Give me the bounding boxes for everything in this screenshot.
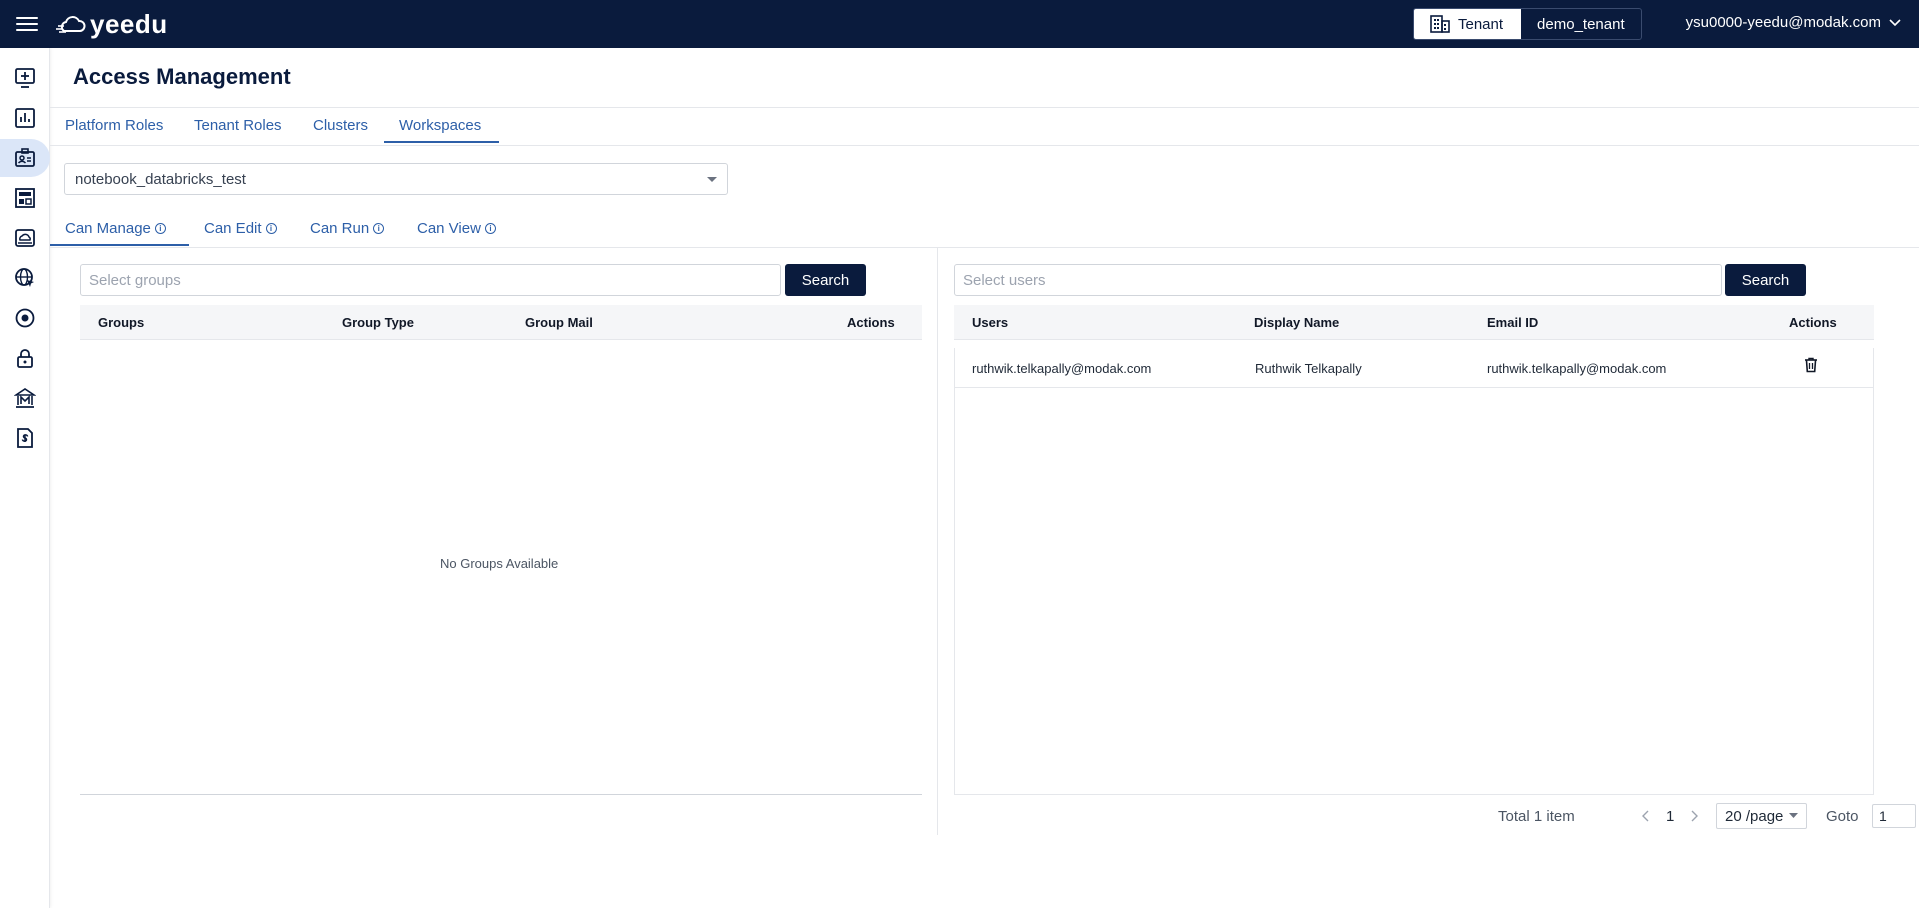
user-menu[interactable]: ysu0000-yeedu@modak.com xyxy=(1686,14,1901,31)
divider xyxy=(50,107,1919,108)
delete-icon[interactable] xyxy=(1804,357,1818,373)
hamburger-menu-icon[interactable] xyxy=(16,14,38,34)
column-header-group-type[interactable]: Group Type xyxy=(342,315,414,330)
page-size-value: 20 /page xyxy=(1725,807,1784,825)
active-permission-indicator xyxy=(50,244,189,246)
sidebar-item-add-monitor[interactable] xyxy=(0,59,50,97)
goto-page-input[interactable] xyxy=(1872,804,1916,828)
page-title: Access Management xyxy=(73,64,291,89)
info-icon: i xyxy=(484,223,496,234)
logo[interactable]: yeedu xyxy=(56,9,168,40)
column-header-display-name[interactable]: Display Name xyxy=(1254,315,1339,330)
goto-wrapper xyxy=(1872,803,1916,829)
tenant-value[interactable]: demo_tenant xyxy=(1521,9,1641,39)
groups-search-input[interactable]: Select groups xyxy=(80,264,781,296)
layout-icon xyxy=(15,188,35,208)
panel-divider xyxy=(937,248,938,835)
tenant-label: Tenant xyxy=(1414,9,1522,39)
workspace-select[interactable]: notebook_databricks_test xyxy=(64,163,728,195)
cloud-logo-icon xyxy=(56,15,86,33)
table-row: ruthwik.telkapally@modak.com Ruthwik Tel… xyxy=(954,348,1874,388)
chevron-down-icon xyxy=(1889,18,1901,26)
tab-clusters[interactable]: Clusters xyxy=(313,117,368,134)
bar-chart-icon xyxy=(15,108,35,128)
target-icon xyxy=(15,308,35,328)
column-header-users[interactable]: Users xyxy=(972,315,1008,330)
pagination-total: Total 1 item xyxy=(1498,807,1575,825)
page-size-select[interactable]: 20 /page xyxy=(1716,803,1808,829)
column-header-actions: Actions xyxy=(847,315,895,330)
display-name-cell: Ruthwik Telkapally xyxy=(1255,361,1362,376)
sidebar-item-billing[interactable] xyxy=(0,419,50,457)
empty-groups-message: No Groups Available xyxy=(440,556,559,571)
tab-can-edit-label: Can Edit xyxy=(204,220,262,237)
sidebar-item-analytics[interactable] xyxy=(0,99,50,137)
next-page-chevron-icon[interactable] xyxy=(1690,803,1698,829)
users-table-body xyxy=(954,348,1874,795)
tab-can-run[interactable]: Can Run i xyxy=(310,220,385,237)
billing-document-icon xyxy=(17,428,33,448)
groups-table-header: Groups Group Type Group Mail Actions xyxy=(80,305,922,340)
tab-tenant-roles[interactable]: Tenant Roles xyxy=(194,117,282,134)
caret-down-icon xyxy=(1789,813,1799,818)
pagination: Total 1 item 1 20 /page Goto xyxy=(1498,803,1919,829)
users-search-button[interactable]: Search xyxy=(1725,264,1806,296)
divider xyxy=(50,247,1919,248)
current-page[interactable]: 1 xyxy=(1666,803,1674,829)
tab-can-view-label: Can View xyxy=(417,220,481,237)
sidebar-item-bank[interactable] xyxy=(0,379,50,417)
tab-can-edit[interactable]: Can Edit i xyxy=(204,220,277,237)
sidebar-item-cloud[interactable] xyxy=(0,219,50,257)
cloud-drive-icon xyxy=(15,229,35,247)
column-header-group-mail[interactable]: Group Mail xyxy=(525,315,593,330)
goto-label: Goto xyxy=(1826,807,1859,825)
groups-search-button[interactable]: Search xyxy=(785,264,866,296)
tenant-label-text: Tenant xyxy=(1458,15,1504,33)
prev-page-chevron-icon[interactable] xyxy=(1642,803,1650,829)
email-cell: ruthwik.telkapally@modak.com xyxy=(1487,361,1667,376)
caret-down-icon xyxy=(707,177,717,182)
tab-can-manage[interactable]: Can Manage i xyxy=(65,220,166,237)
info-icon: i xyxy=(265,223,277,234)
tab-can-manage-label: Can Manage xyxy=(65,220,151,237)
column-header-actions: Actions xyxy=(1789,315,1837,330)
column-header-email-id[interactable]: Email ID xyxy=(1487,315,1538,330)
sidebar-item-target[interactable] xyxy=(0,299,50,337)
main-content: Access Management Platform Roles Tenant … xyxy=(50,48,1919,908)
globe-cursor-icon xyxy=(15,268,34,287)
user-email: ysu0000-yeedu@modak.com xyxy=(1685,14,1881,31)
users-search-input[interactable]: Select users xyxy=(954,264,1722,296)
sidebar-item-access-management[interactable] xyxy=(0,139,50,177)
logo-text: yeedu xyxy=(90,9,168,39)
top-bar: yeedu Tenant demo_tenant ysu0000-yeedu@m… xyxy=(0,0,1919,48)
divider xyxy=(50,145,1919,146)
sidebar-item-security[interactable] xyxy=(0,339,50,377)
building-icon xyxy=(1430,15,1450,33)
info-icon: i xyxy=(373,223,385,234)
lock-icon xyxy=(17,349,33,368)
tab-platform-roles[interactable]: Platform Roles xyxy=(65,117,163,134)
sidebar-item-network[interactable] xyxy=(0,259,50,297)
id-card-icon xyxy=(15,148,35,167)
user-cell: ruthwik.telkapally@modak.com xyxy=(972,361,1152,376)
bank-icon xyxy=(14,388,36,408)
info-icon: i xyxy=(154,223,166,234)
sidebar xyxy=(0,48,50,908)
column-header-groups[interactable]: Groups xyxy=(98,315,144,330)
tenant-switcher[interactable]: Tenant demo_tenant xyxy=(1413,8,1642,40)
tab-workspaces[interactable]: Workspaces xyxy=(399,117,481,134)
add-monitor-icon xyxy=(15,68,35,88)
active-tab-indicator xyxy=(384,141,499,143)
tab-can-view[interactable]: Can View i xyxy=(417,220,496,237)
users-table-header: Users Display Name Email ID Actions xyxy=(954,305,1874,340)
tab-can-run-label: Can Run xyxy=(310,220,370,237)
workspace-select-value: notebook_databricks_test xyxy=(75,170,246,188)
divider xyxy=(80,794,922,795)
sidebar-item-layout[interactable] xyxy=(0,179,50,217)
